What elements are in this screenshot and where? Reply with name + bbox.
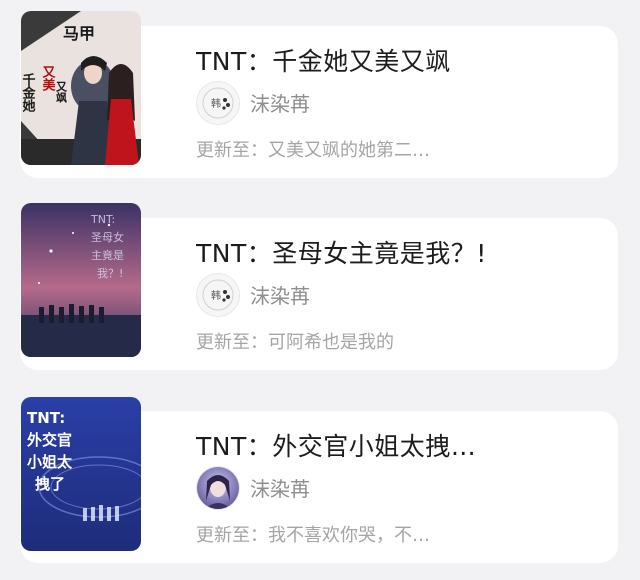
- svg-text:TNT:: TNT:: [90, 213, 115, 226]
- author-name[interactable]: 沫染苒: [250, 473, 310, 502]
- book-list: TNT：千金她又美又飒 韩 沫染苒 更新至：又美又飒的她第二… TNT：圣母女主…: [0, 0, 640, 580]
- latest-chapter[interactable]: 更新至：又美又飒的她第二…: [196, 136, 596, 162]
- book-cover[interactable]: TNT: 外交官 小姐太 拽了: [21, 397, 141, 551]
- author-name[interactable]: 沫染苒: [250, 280, 310, 309]
- svg-text:又飒: 又飒: [55, 81, 69, 104]
- book-cover[interactable]: TNT: 圣母女 主竟是 我？!: [21, 203, 141, 357]
- svg-text:我？!: 我？!: [97, 267, 123, 280]
- svg-text:外交官: 外交官: [26, 431, 72, 449]
- avatar-logo-text: 韩: [211, 97, 221, 110]
- svg-text:圣母女: 圣母女: [91, 230, 124, 244]
- book-title[interactable]: TNT：外交官小姐太拽…: [196, 427, 596, 463]
- author-name[interactable]: 沫染苒: [250, 88, 310, 117]
- author-avatar[interactable]: 韩: [196, 273, 240, 317]
- book-cover[interactable]: 马甲 千金她 又美 又飒: [21, 11, 141, 165]
- latest-chapter[interactable]: 更新至：可阿希也是我的: [196, 328, 596, 354]
- svg-text:千金她: 千金她: [21, 72, 36, 113]
- avatar-logo-text: 韩: [211, 289, 221, 302]
- svg-text:主竟是: 主竟是: [91, 249, 124, 262]
- author-avatar[interactable]: [196, 466, 240, 510]
- svg-text:马甲: 马甲: [63, 24, 95, 43]
- author-avatar[interactable]: 韩: [196, 81, 240, 125]
- svg-text:小姐太: 小姐太: [27, 453, 73, 471]
- book-title[interactable]: TNT：圣母女主竟是我？!: [196, 234, 596, 270]
- svg-text:TNT:: TNT:: [27, 409, 65, 427]
- svg-text:拽了: 拽了: [35, 475, 65, 493]
- book-title[interactable]: TNT：千金她又美又飒: [196, 42, 596, 78]
- latest-chapter[interactable]: 更新至：我不喜欢你哭，不…: [196, 521, 596, 547]
